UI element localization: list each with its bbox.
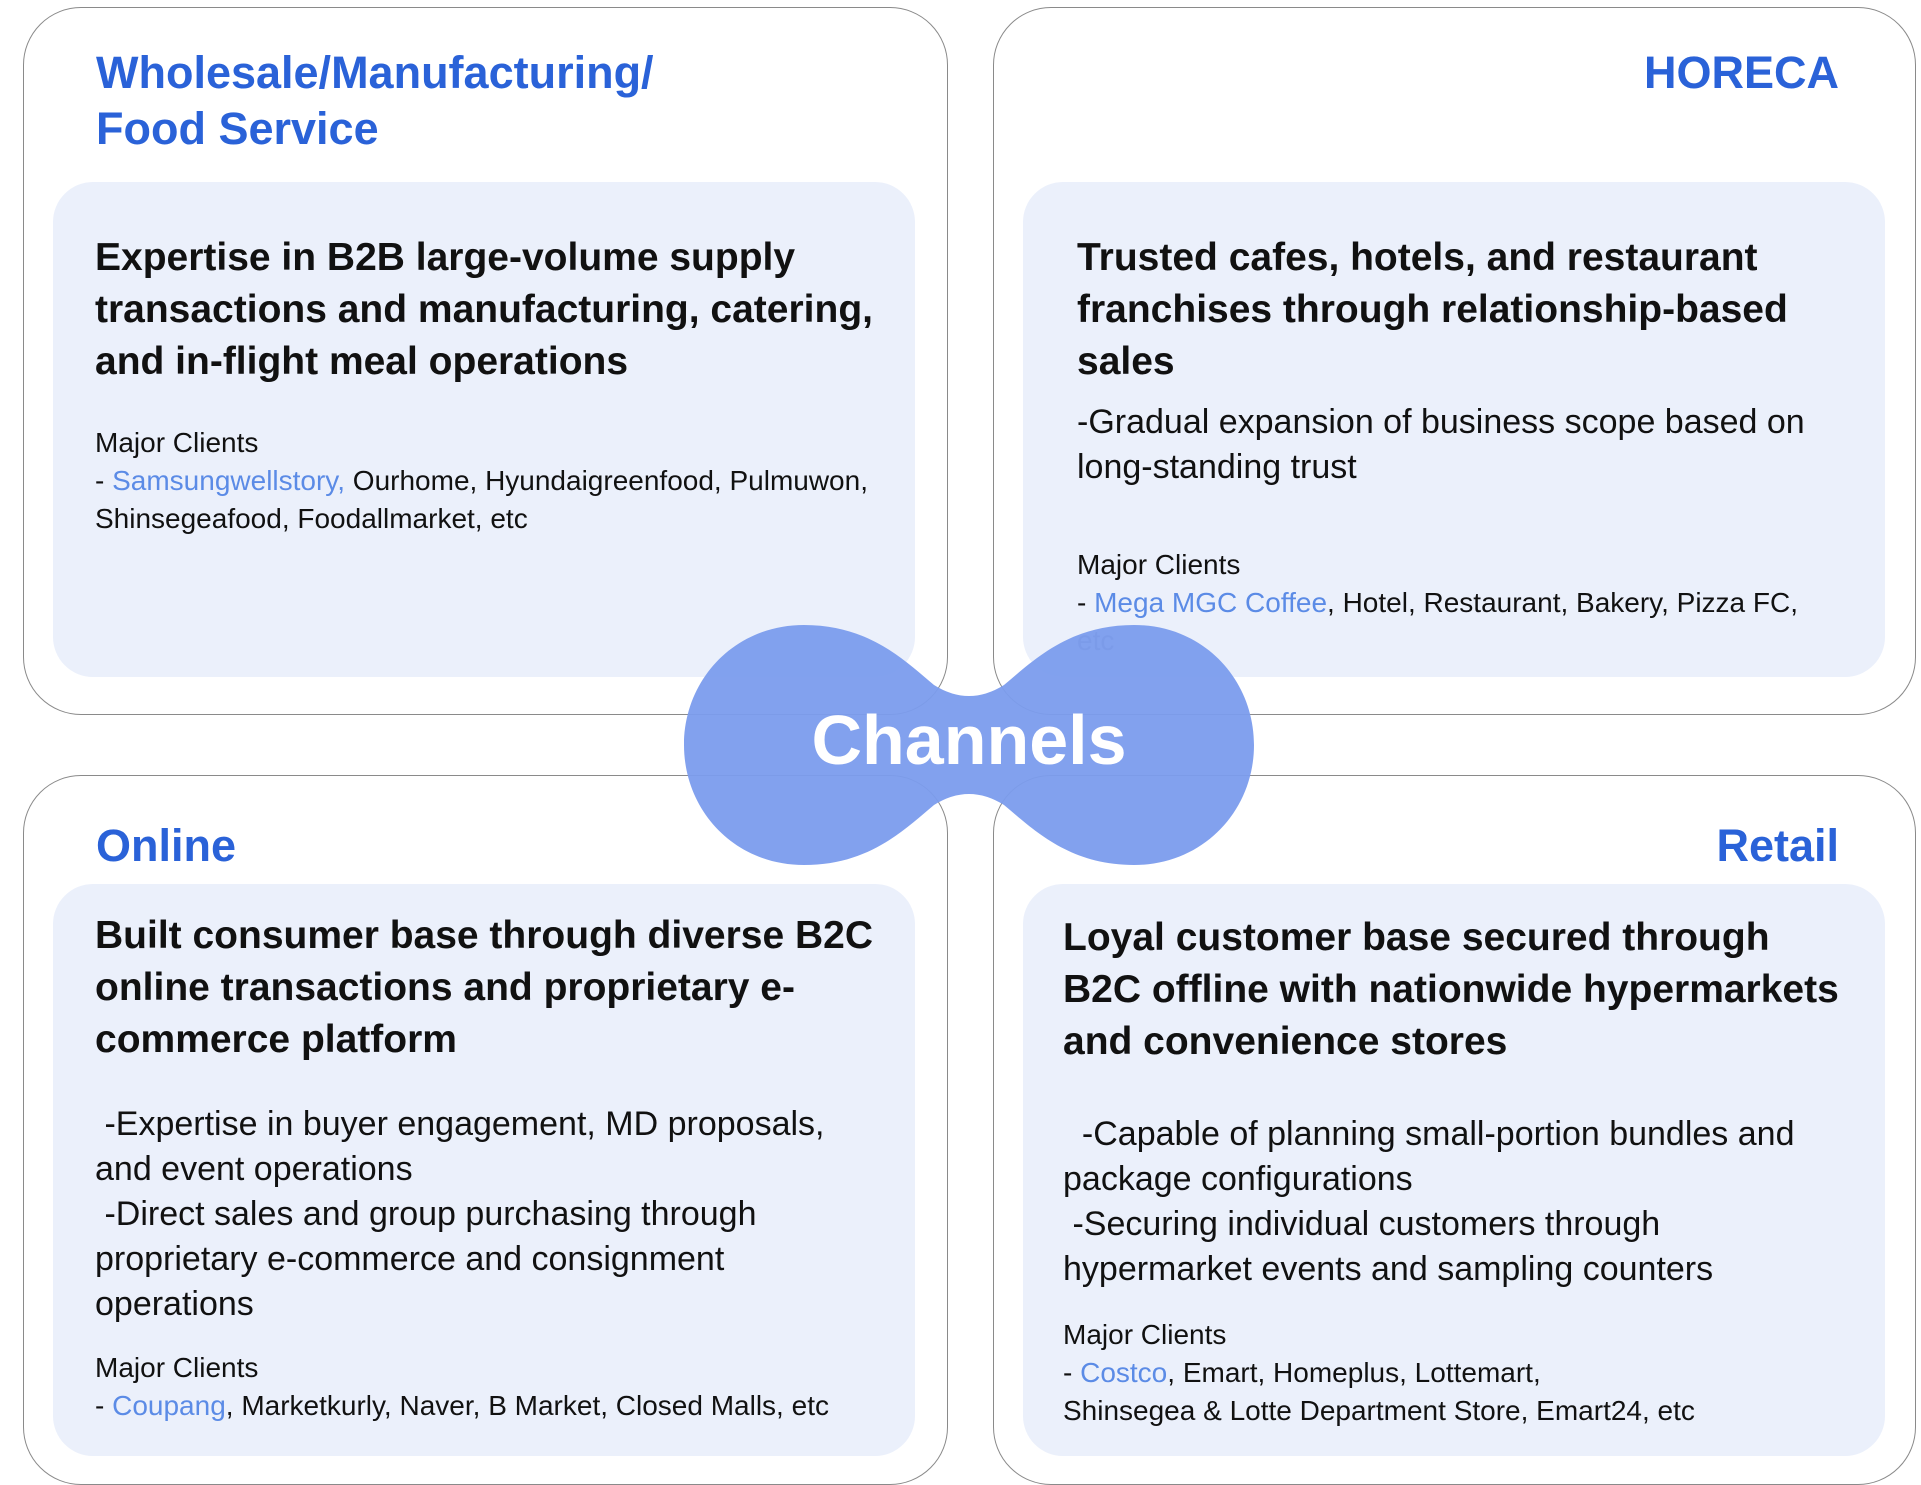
heading-retail: Loyal customer base secured through B2C … <box>1063 916 1839 1063</box>
quadrant-title-horeca: HORECA <box>1643 47 1839 98</box>
bullet-retail-1: -Capable of planning small-portion bundl… <box>1063 1115 1804 1198</box>
heading-wholesale: Expertise in B2B large-volume supply tra… <box>95 236 873 383</box>
bullet-online-2: -Direct sales and group purchasing throu… <box>95 1195 766 1323</box>
bullet-online-1: -Expertise in buyer engagement, MD propo… <box>95 1105 834 1188</box>
major-clients-retail: Major Clients - Costco, Emart, Homeplus,… <box>1063 1316 1855 1430</box>
major-clients-wholesale: Major Clients - Samsungwellstory, Ourhom… <box>95 424 875 538</box>
panel-wholesale: Expertise in B2B large-volume supply tra… <box>53 182 915 677</box>
panel-horeca: Trusted cafes, hotels, and restaurant fr… <box>1023 182 1885 677</box>
clients-prefix: - <box>1077 587 1095 618</box>
panel-online: Built consumer base through diverse B2C … <box>53 884 915 1456</box>
major-clients-label: Major Clients <box>1063 1319 1227 1350</box>
clients-prefix: - <box>1063 1357 1081 1388</box>
clients-prefix: - <box>95 465 113 496</box>
clients-rest: , Hotel, Restaurant, Bakery, Pizza FC, <box>1327 587 1799 618</box>
panel-retail: Loyal customer base secured through B2C … <box>1023 884 1885 1456</box>
heading-horeca: Trusted cafes, hotels, and restaurant fr… <box>1077 236 1788 383</box>
clients-list: - Mega MGC Coffee, Hotel, Restaurant, Ba… <box>1077 584 1855 622</box>
major-clients-online: Major Clients - Coupang, Marketkurly, Na… <box>95 1349 875 1425</box>
description-horeca: -Gradual expansion of business scope bas… <box>1077 403 1805 486</box>
clients-rest: , Marketkurly, Naver, B Market, Closed M… <box>225 1390 829 1421</box>
clients-list: - Samsungwellstory, Ourhome, Hyundaigree… <box>95 462 875 538</box>
clients-prefix: - <box>95 1390 113 1421</box>
quadrant-title-retail: Retail <box>1716 820 1839 871</box>
clients-list-line2: Shinsegea & Lotte Department Store, Emar… <box>1063 1395 1695 1426</box>
major-clients-label: Major Clients <box>95 427 259 458</box>
clients-list: - Costco, Emart, Homeplus, Lottemart, <box>1063 1354 1855 1392</box>
clients-rest: , Emart, Homeplus, Lottemart, <box>1167 1357 1541 1388</box>
quadrant-title-wholesale: Wholesale/Manufacturing/ Food Service <box>96 47 654 154</box>
bullet-retail-2: -Securing individual customers through h… <box>1063 1205 1714 1288</box>
client-highlight: Mega MGC Coffee <box>1094 587 1328 618</box>
heading-online: Built consumer base through diverse B2C … <box>95 914 874 1061</box>
major-clients-label: Major Clients <box>1077 549 1241 580</box>
major-clients-label: Major Clients <box>95 1352 259 1383</box>
client-highlight: Coupang <box>112 1390 226 1421</box>
quadrant-title-online: Online <box>96 820 237 871</box>
client-highlight: Costco <box>1080 1357 1168 1388</box>
clients-list: - Coupang, Marketkurly, Naver, B Market,… <box>95 1387 875 1425</box>
channels-label: Channels <box>811 701 1127 779</box>
client-highlight: Samsungwellstory, <box>112 465 346 496</box>
